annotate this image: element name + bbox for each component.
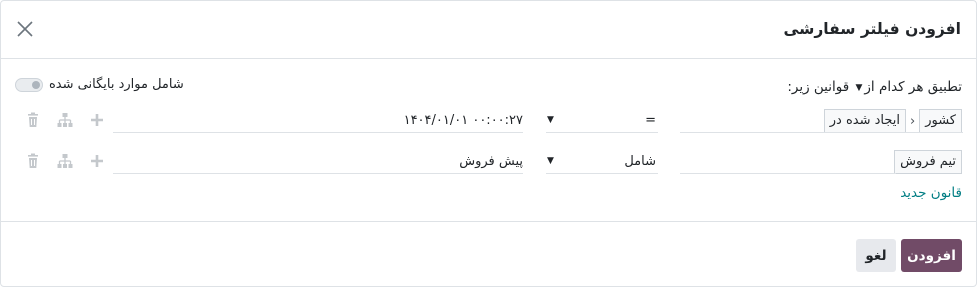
operator-select[interactable]: شامل ▼ (546, 150, 658, 174)
value-input[interactable]: ۱۴۰۴/۰۱/۰۱ ۰۰:۰۰:۲۷ (113, 109, 523, 133)
filter-rule: کشور › ایجاد شده در = ▼ ۱۴۰۴/۰۱/۰۱ ۰۰:۰۰… (1, 109, 976, 135)
sitemap-icon[interactable] (57, 153, 73, 169)
match-suffix: قوانین زیر: (787, 79, 850, 95)
field-underline (680, 132, 963, 133)
field-path-selector[interactable]: تیم فروش (894, 150, 962, 174)
trash-icon[interactable] (25, 112, 41, 128)
new-rule-link[interactable]: قانون جدید (900, 185, 962, 201)
path-separator-icon: › (910, 113, 916, 129)
cancel-button[interactable]: لغو (856, 239, 896, 272)
match-selector[interactable]: کدام از▼ (853, 79, 904, 95)
trash-icon[interactable] (25, 153, 41, 169)
include-archived-toggle[interactable]: شامل موارد بایگانی شده (15, 77, 184, 92)
toggle-switch[interactable] (15, 77, 43, 92)
dialog-title: افزودن فیلتر سفارشی (783, 20, 961, 38)
close-icon[interactable] (15, 19, 35, 39)
operator-value: شامل (624, 154, 656, 169)
match-row: تطبیق هر کدام از▼ قوانین زیر: شامل موارد… (1, 73, 976, 101)
match-prefix: تطبیق هر (908, 79, 962, 95)
operator-value: = (645, 113, 656, 128)
toggle-knob (32, 80, 40, 89)
footer-divider (1, 221, 976, 222)
include-archived-label: شامل موارد بایگانی شده (49, 77, 184, 92)
match-selector-label: کدام از (864, 79, 905, 95)
filter-rule: تیم فروش شامل ▼ پیش فروش (1, 150, 976, 176)
caret-down-icon: ▼ (855, 83, 863, 93)
dialog-header: افزودن فیلتر سفارشی (1, 1, 976, 59)
plus-icon[interactable] (89, 153, 105, 169)
rule-actions (25, 112, 105, 128)
custom-filter-dialog: افزودن فیلتر سفارشی تطبیق هر کدام از▼ قو… (0, 0, 977, 287)
path-segment[interactable]: تیم فروش (894, 150, 962, 174)
value-input[interactable]: پیش فروش (113, 150, 523, 174)
path-segment[interactable]: کشور (919, 109, 962, 133)
sitemap-icon[interactable] (57, 112, 73, 128)
field-underline (680, 173, 896, 174)
field-path-selector[interactable]: کشور › ایجاد شده در (823, 109, 962, 133)
value-text: پیش فروش (459, 154, 523, 169)
add-filter-button[interactable]: افزودن (901, 239, 962, 272)
caret-down-icon: ▼ (547, 156, 554, 166)
match-sentence: تطبیق هر کدام از▼ قوانین زیر: (787, 79, 962, 95)
caret-down-icon: ▼ (547, 115, 554, 125)
plus-icon[interactable] (89, 112, 105, 128)
operator-select[interactable]: = ▼ (546, 109, 658, 133)
path-segment[interactable]: ایجاد شده در (823, 109, 907, 133)
rule-actions (25, 153, 105, 169)
value-text: ۱۴۰۴/۰۱/۰۱ ۰۰:۰۰:۲۷ (403, 113, 523, 128)
